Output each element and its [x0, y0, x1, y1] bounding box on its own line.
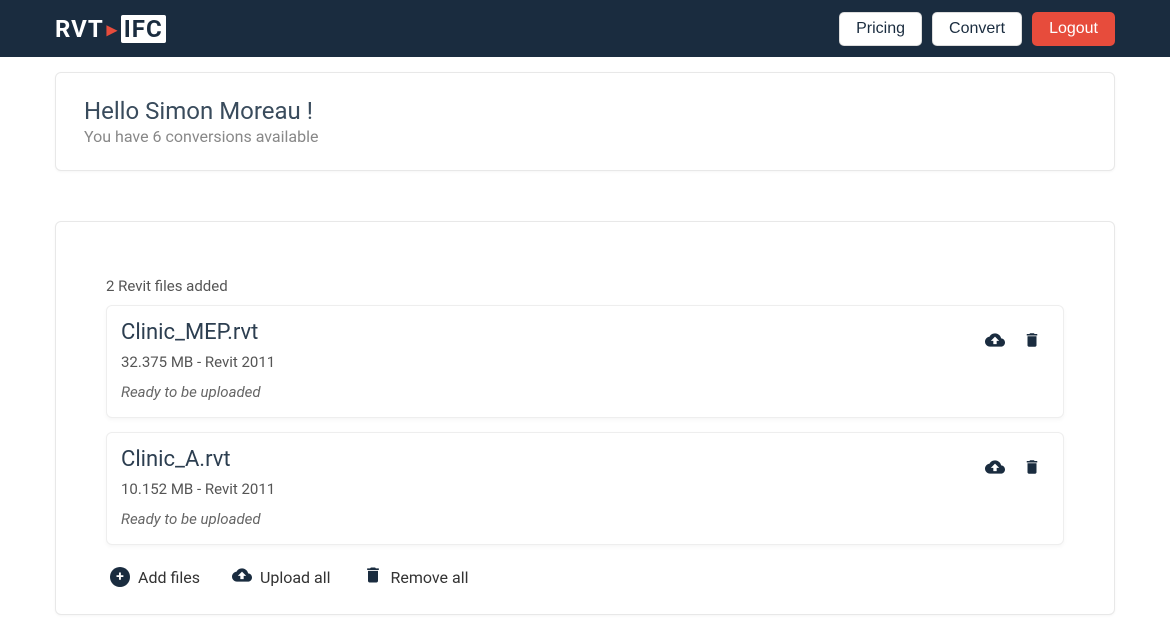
- file-status: Ready to be uploaded: [121, 510, 1041, 528]
- upload-all-label: Upload all: [260, 568, 331, 587]
- welcome-title: Hello Simon Moreau !: [84, 97, 1086, 125]
- files-card: 2 Revit files added Clinic_MEP.rvt 32.37…: [55, 221, 1115, 615]
- plus-circle-icon: +: [110, 567, 130, 587]
- remove-all-label: Remove all: [391, 568, 469, 587]
- file-actions: [983, 330, 1041, 350]
- navbar: RVT ▸ IFC Pricing Convert Logout: [0, 0, 1170, 57]
- logo[interactable]: RVT ▸ IFC: [55, 15, 166, 43]
- file-item: Clinic_A.rvt 10.152 MB - Revit 2011 Read…: [106, 432, 1064, 545]
- upload-all-button[interactable]: Upload all: [232, 565, 331, 589]
- add-files-button[interactable]: + Add files: [110, 565, 200, 589]
- welcome-subtitle: You have 6 conversions available: [84, 127, 1086, 146]
- trash-icon[interactable]: [1023, 457, 1041, 477]
- cloud-upload-icon: [232, 565, 252, 589]
- remove-all-button[interactable]: Remove all: [363, 565, 469, 589]
- cloud-upload-icon[interactable]: [983, 330, 1007, 350]
- file-name: Clinic_MEP.rvt: [121, 320, 1041, 345]
- file-status: Ready to be uploaded: [121, 383, 1041, 401]
- file-actions: [983, 457, 1041, 477]
- logo-arrow-icon: ▸: [107, 17, 118, 41]
- welcome-card: Hello Simon Moreau ! You have 6 conversi…: [55, 72, 1115, 171]
- file-meta: 32.375 MB - Revit 2011: [121, 353, 1041, 371]
- logo-left: RVT: [55, 15, 104, 43]
- trash-icon[interactable]: [1023, 330, 1041, 350]
- logout-button[interactable]: Logout: [1032, 12, 1115, 46]
- convert-button[interactable]: Convert: [932, 12, 1022, 46]
- files-header: 2 Revit files added: [106, 277, 1064, 295]
- nav-buttons: Pricing Convert Logout: [839, 12, 1115, 46]
- cloud-upload-icon[interactable]: [983, 457, 1007, 477]
- trash-icon: [363, 565, 383, 589]
- pricing-button[interactable]: Pricing: [839, 12, 922, 46]
- add-files-label: Add files: [138, 568, 200, 587]
- file-meta: 10.152 MB - Revit 2011: [121, 480, 1041, 498]
- file-item: Clinic_MEP.rvt 32.375 MB - Revit 2011 Re…: [106, 305, 1064, 418]
- toolbar: + Add files Upload all Remove all: [106, 565, 1064, 589]
- file-name: Clinic_A.rvt: [121, 447, 1041, 472]
- logo-right: IFC: [121, 15, 166, 43]
